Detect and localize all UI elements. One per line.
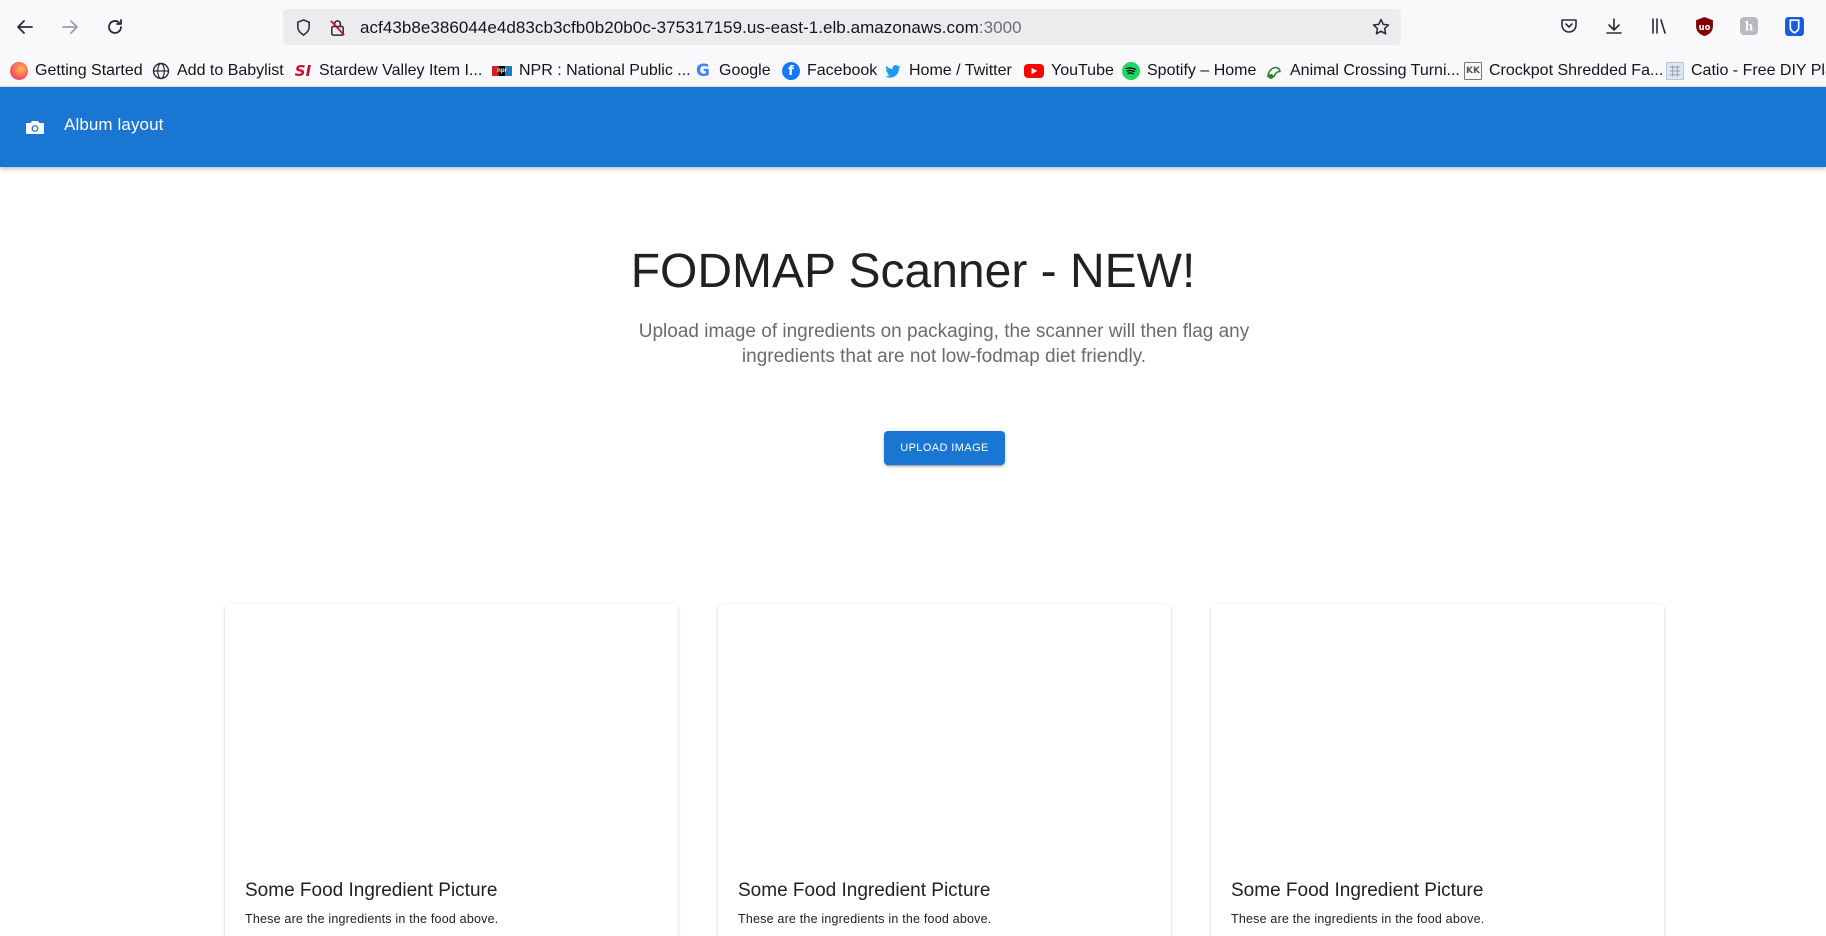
- card-text: These are the ingredients in the food ab…: [245, 912, 499, 926]
- bookmarks-bar: Getting Started Add to Babylist SI Stard…: [0, 54, 1826, 87]
- page-title: FODMAP Scanner - NEW!: [630, 245, 1196, 298]
- bookmark-label: YouTube: [1051, 62, 1114, 79]
- upload-image-button[interactable]: Upload Image: [884, 431, 1005, 465]
- bookmark-label: Catio - Free DIY Plan: [1691, 62, 1826, 79]
- app-title: Album layout: [64, 115, 164, 134]
- arrow-left-icon: [17, 20, 33, 34]
- globe-icon: [152, 62, 170, 80]
- ingredient-card: Some Food Ingredient Picture These are t…: [718, 604, 1171, 936]
- si-icon: SI: [294, 62, 312, 80]
- address-bar[interactable]: acf43b8e386044e4d83cb3cfb0b20b0c-3753171…: [283, 9, 1401, 45]
- bookmark-star-icon[interactable]: [1371, 17, 1391, 37]
- bookmark-npr[interactable]: npr NPR : National Public ...: [492, 60, 691, 82]
- card-text: These are the ingredients in the food ab…: [1231, 912, 1485, 926]
- turnip-icon: [1265, 62, 1283, 80]
- card-title: Some Food Ingredient Picture: [1231, 880, 1484, 901]
- firefox-icon: [10, 62, 28, 80]
- library-icon[interactable]: [1646, 13, 1672, 39]
- bookmark-twitter[interactable]: Home / Twitter: [884, 60, 1012, 82]
- page-subtitle: Upload image of ingredients on packaging…: [638, 321, 1250, 367]
- shield-icon[interactable]: [293, 17, 313, 37]
- ublock-origin-icon[interactable]: uo: [1691, 13, 1717, 39]
- card-title: Some Food Ingredient Picture: [245, 880, 498, 901]
- bookmark-getting-started[interactable]: Getting Started: [10, 60, 143, 82]
- url-port: :3000: [978, 18, 1022, 37]
- youtube-icon: [1024, 64, 1044, 78]
- extension-icon[interactable]: h: [1736, 13, 1762, 39]
- card-title: Some Food Ingredient Picture: [738, 880, 991, 901]
- url-text: acf43b8e386044e4d83cb3cfb0b20b0c-3753171…: [360, 18, 1022, 38]
- card-image: [1211, 604, 1664, 869]
- bookmark-label: NPR : National Public ...: [519, 62, 691, 79]
- recipe-icon: KK: [1464, 62, 1482, 80]
- bookmark-youtube[interactable]: YouTube: [1024, 60, 1114, 82]
- bookmark-label: Home / Twitter: [909, 62, 1012, 79]
- bookmark-label: Google: [719, 62, 771, 79]
- card-image: [718, 604, 1171, 869]
- app-bar: Album layout: [0, 87, 1826, 167]
- bitwarden-icon[interactable]: [1781, 13, 1807, 39]
- svg-text:h: h: [1745, 20, 1754, 34]
- bookmark-label: Crockpot Shredded Fa...: [1489, 62, 1664, 79]
- bookmark-label: Getting Started: [35, 62, 143, 79]
- bookmark-crockpot[interactable]: KK Crockpot Shredded Fa...: [1464, 60, 1663, 82]
- bookmark-google[interactable]: G Google: [694, 60, 771, 82]
- ingredient-card: Some Food Ingredient Picture These are t…: [225, 604, 678, 936]
- bookmark-label: Animal Crossing Turni...: [1290, 62, 1460, 79]
- plan-icon: [1666, 62, 1684, 80]
- bookmark-catio[interactable]: Catio - Free DIY Plan: [1666, 60, 1826, 82]
- svg-text:uo: uo: [1698, 22, 1710, 32]
- back-button[interactable]: [10, 12, 40, 42]
- browser-toolbar: acf43b8e386044e4d83cb3cfb0b20b0c-3753171…: [0, 0, 1826, 54]
- google-icon: G: [696, 61, 710, 81]
- bookmark-facebook[interactable]: f Facebook: [782, 60, 877, 82]
- forward-button[interactable]: [55, 12, 85, 42]
- reload-button[interactable]: [100, 12, 130, 42]
- npr-icon: npr: [492, 66, 512, 76]
- bookmark-animal-crossing[interactable]: Animal Crossing Turni...: [1265, 60, 1460, 82]
- spotify-icon: [1122, 62, 1140, 80]
- facebook-icon: f: [782, 62, 800, 80]
- bookmark-label: Spotify – Home: [1147, 62, 1257, 79]
- bookmark-label: Stardew Valley Item I...: [319, 62, 483, 79]
- twitter-icon: [884, 62, 902, 80]
- card-image: [225, 604, 678, 869]
- bookmark-stardew-valley[interactable]: SI Stardew Valley Item I...: [294, 60, 483, 82]
- bookmark-add-to-babylist[interactable]: Add to Babylist: [152, 60, 284, 82]
- arrow-right-icon: [62, 20, 78, 34]
- reload-icon: [108, 19, 122, 34]
- ingredient-card: Some Food Ingredient Picture These are t…: [1211, 604, 1664, 936]
- insecure-lock-icon[interactable]: [327, 17, 347, 37]
- downloads-icon[interactable]: [1601, 13, 1627, 39]
- bookmark-label: Add to Babylist: [177, 62, 284, 79]
- pocket-icon[interactable]: [1556, 13, 1582, 39]
- bookmark-spotify[interactable]: Spotify – Home: [1122, 60, 1256, 82]
- card-text: These are the ingredients in the food ab…: [738, 912, 992, 926]
- url-host: acf43b8e386044e4d83cb3cfb0b20b0c-3753171…: [360, 18, 979, 37]
- camera-icon: [26, 121, 44, 134]
- bookmark-label: Facebook: [807, 62, 878, 79]
